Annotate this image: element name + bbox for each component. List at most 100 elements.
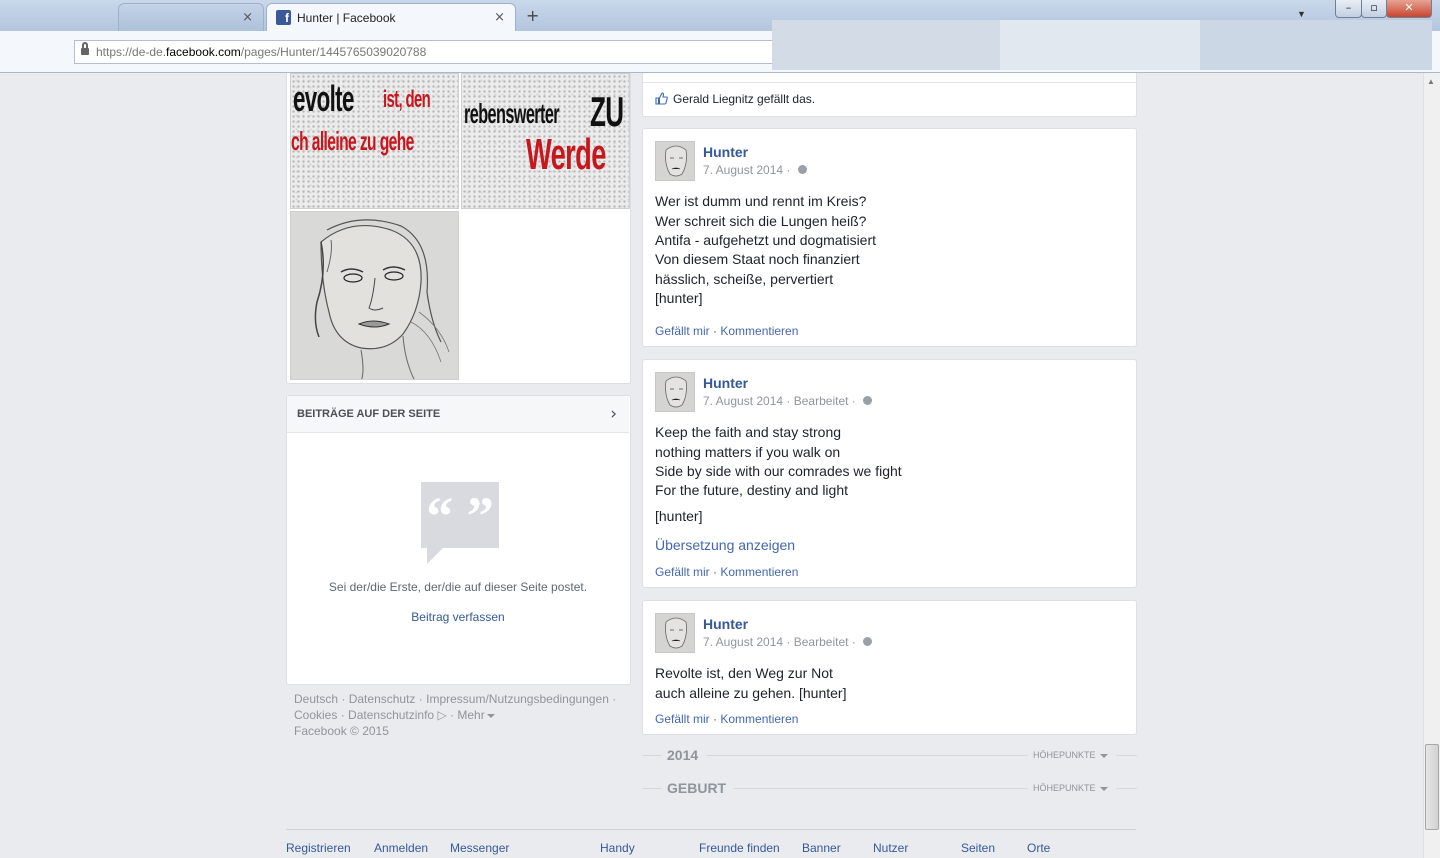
window-minimize-button[interactable]: – bbox=[1335, 0, 1362, 18]
window-maximize-button[interactable]: ▫ bbox=[1361, 0, 1387, 18]
lock-icon bbox=[81, 42, 89, 56]
address-bar[interactable]: https://de-de.facebook.com/pages/Hunter/… bbox=[74, 40, 774, 64]
post-text-line: Keep the faith and stay strong bbox=[655, 424, 842, 440]
avatar[interactable] bbox=[655, 372, 695, 412]
globe-icon bbox=[863, 396, 873, 406]
footer-link-datenschutz[interactable]: Datenschutz bbox=[349, 692, 416, 706]
scroll-up-arrow-icon[interactable]: ▲ bbox=[1427, 77, 1435, 86]
avatar[interactable] bbox=[655, 613, 695, 653]
window-close-button[interactable]: ✕ bbox=[1386, 0, 1432, 18]
post-edited-label[interactable]: Bearbeitet bbox=[794, 394, 849, 408]
see-translation-link[interactable]: Übersetzung anzeigen bbox=[655, 537, 795, 553]
redacted-area bbox=[772, 20, 1000, 70]
footer-links-line1: Deutsch · Datenschutz · Impressum/Nutzun… bbox=[294, 692, 617, 706]
comment-link[interactable]: Kommentieren bbox=[720, 565, 798, 579]
globe-icon bbox=[797, 165, 807, 175]
timeline-divider bbox=[734, 788, 1028, 789]
like-link[interactable]: Gefällt mir bbox=[655, 712, 710, 726]
highlights-dropdown[interactable]: HÖHEPUNKTE bbox=[1033, 750, 1108, 760]
post-meta: 7. August 2014 · Bearbeitet · bbox=[703, 635, 873, 649]
post-author-link[interactable]: Hunter bbox=[703, 375, 748, 391]
avatar[interactable] bbox=[655, 141, 695, 181]
bottom-link-messenger[interactable]: Messenger bbox=[450, 841, 509, 855]
timeline-divider bbox=[1116, 755, 1137, 756]
footer-link-cookies[interactable]: Cookies bbox=[294, 708, 337, 722]
post-text-line: nothing matters if you walk on bbox=[655, 444, 841, 460]
post-card: Hunter 7. August 2014 · Wer ist dumm und… bbox=[642, 128, 1137, 347]
post-date-link[interactable]: 7. August 2014 bbox=[703, 635, 783, 649]
browser-tab-active[interactable]: f Hunter | Facebook × bbox=[266, 3, 516, 31]
post-text-line: Wer ist dumm und rennt im Kreis? bbox=[655, 193, 867, 209]
browser-tab-inactive[interactable]: × bbox=[118, 3, 264, 31]
post-author-link[interactable]: Hunter bbox=[703, 616, 748, 632]
create-post-link[interactable]: Beitrag verfassen bbox=[287, 610, 629, 624]
footer-link-datenschutzinfo[interactable]: Datenschutzinfo bbox=[348, 708, 434, 722]
page-posts-header[interactable]: BEITRÄGE AUF DER SEITE › bbox=[287, 396, 629, 433]
scrollbar-thumb[interactable] bbox=[1425, 744, 1439, 830]
post-date-link[interactable]: 7. August 2014 bbox=[703, 163, 783, 177]
post-author-link[interactable]: Hunter bbox=[703, 144, 748, 160]
page-posts-empty-text: Sei der/die Erste, der/die auf dieser Se… bbox=[328, 580, 588, 594]
bottom-link-anmelden[interactable]: Anmelden bbox=[374, 841, 428, 855]
url-text: https://de-de.facebook.com/pages/Hunter/… bbox=[96, 45, 427, 59]
comment-link[interactable]: Kommentieren bbox=[720, 712, 798, 726]
post-text-line: [hunter] bbox=[655, 290, 703, 306]
bottom-link-banner[interactable]: Banner bbox=[802, 841, 841, 855]
post-actions: Gefällt mir · Kommentieren bbox=[655, 324, 799, 338]
post-text-line: [hunter] bbox=[655, 508, 703, 524]
bottom-link-nutzer[interactable]: Nutzer bbox=[873, 841, 908, 855]
post-date-link[interactable]: 7. August 2014 bbox=[703, 394, 783, 408]
page-posts-title: BEITRÄGE AUF DER SEITE bbox=[297, 408, 441, 420]
bottom-link-registrieren[interactable]: Registrieren bbox=[286, 841, 351, 855]
likes-card: Gerald Liegnitz gefällt das. bbox=[642, 73, 1137, 117]
timeline-divider bbox=[1116, 788, 1137, 789]
photo-poster-revolte[interactable]: evolte ist, den ch alleine zu gehe bbox=[290, 73, 459, 209]
comment-link[interactable]: Kommentieren bbox=[720, 324, 798, 338]
post-card: Hunter 7. August 2014 · Bearbeitet · Kee… bbox=[642, 359, 1137, 588]
bottom-divider bbox=[286, 829, 1136, 830]
tab-list-dropdown-icon[interactable]: ▼ bbox=[1297, 9, 1306, 19]
like-link[interactable]: Gefällt mir bbox=[655, 565, 710, 579]
post-text-line: hässlich, scheiße, pervertiert bbox=[655, 271, 834, 287]
bottom-link-seiten[interactable]: Seiten bbox=[961, 841, 995, 855]
footer-link-deutsch[interactable]: Deutsch bbox=[294, 692, 338, 706]
photo-poster-werde[interactable]: rebenswerter ZU Werde bbox=[461, 73, 630, 209]
bottom-link-freunde-finden[interactable]: Freunde finden bbox=[699, 841, 780, 855]
thumbs-up-icon bbox=[655, 92, 668, 105]
highlights-dropdown[interactable]: HÖHEPUNKTE bbox=[1033, 783, 1108, 793]
caret-down-icon bbox=[1099, 786, 1108, 791]
post-text-line: Antifa - aufgehetzt und dogmatisiert bbox=[655, 232, 877, 248]
post-actions: Gefällt mir · Kommentieren bbox=[655, 712, 799, 726]
globe-icon bbox=[863, 637, 873, 647]
post-card: Hunter 7. August 2014 · Bearbeitet · Rev… bbox=[642, 600, 1137, 735]
svg-text:“ ”: “ ” bbox=[426, 486, 494, 546]
post-text-line: auch alleine zu gehen. [hunter] bbox=[655, 685, 847, 701]
tab-close-icon[interactable]: × bbox=[242, 10, 253, 25]
post-text-line: Wer schreit sich die Lungen heiß? bbox=[655, 213, 867, 229]
timeline-birth[interactable]: GEBURT bbox=[667, 780, 726, 796]
photo-sketch-portrait[interactable] bbox=[290, 211, 459, 380]
footer-links-line2: Cookies · Datenschutzinfo ▷ · Mehr bbox=[294, 708, 495, 722]
post-text-line: Von diesem Staat noch finanziert bbox=[655, 251, 860, 267]
timeline-year-2014[interactable]: 2014 bbox=[667, 747, 698, 763]
footer-link-mehr[interactable]: Mehr bbox=[457, 708, 495, 722]
adchoices-icon[interactable]: ▷ bbox=[437, 708, 446, 722]
bottom-link-handy[interactable]: Handy bbox=[600, 841, 635, 855]
new-tab-button[interactable]: + bbox=[526, 6, 539, 25]
caret-down-icon bbox=[1099, 753, 1108, 758]
page-scrollbar[interactable]: ▲ bbox=[1423, 73, 1440, 858]
redacted-area bbox=[1000, 20, 1200, 70]
page-posts-card: BEITRÄGE AUF DER SEITE › “ ” Sei der/die… bbox=[286, 395, 631, 685]
post-meta: 7. August 2014 · Bearbeitet · bbox=[703, 394, 873, 408]
post-text-line: Revolte ist, den Weg zur Not bbox=[655, 665, 833, 681]
chevron-right-icon[interactable]: › bbox=[610, 404, 617, 424]
bottom-link-orte[interactable]: Orte bbox=[1027, 841, 1050, 855]
tab-close-icon[interactable]: × bbox=[494, 10, 505, 25]
timeline-divider bbox=[706, 755, 1028, 756]
post-text-line: Side by side with our comrades we fight bbox=[655, 463, 902, 479]
footer-link-impressum[interactable]: Impressum/Nutzungsbedingungen bbox=[426, 692, 609, 706]
like-link[interactable]: Gefällt mir bbox=[655, 324, 710, 338]
post-edited-label[interactable]: Bearbeitet bbox=[794, 635, 849, 649]
post-actions: Gefällt mir · Kommentieren bbox=[655, 565, 799, 579]
timeline-divider bbox=[642, 788, 662, 789]
